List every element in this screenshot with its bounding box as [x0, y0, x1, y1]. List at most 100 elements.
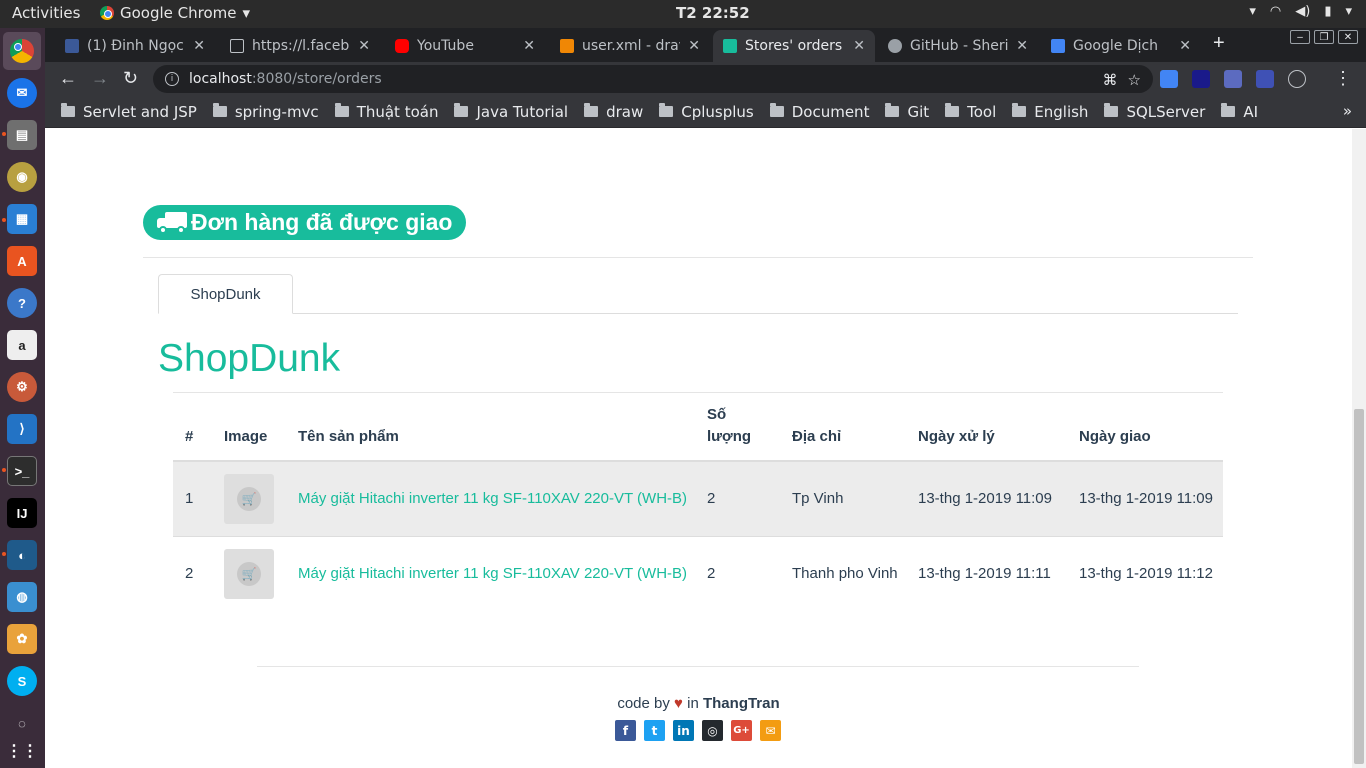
- software-center-icon[interactable]: A: [7, 246, 37, 276]
- facebook-icon[interactable]: f: [615, 720, 636, 741]
- google-translate-extension-icon[interactable]: [1160, 70, 1178, 88]
- cart-icon: 🛒: [237, 486, 261, 511]
- bookmark-folder[interactable]: Tool: [945, 103, 996, 121]
- tab-shopdunk[interactable]: ShopDunk: [158, 274, 293, 314]
- bookmark-folder[interactable]: Git: [885, 103, 929, 121]
- tab-google-translate[interactable]: Google Dịch ✕: [1041, 30, 1201, 62]
- terminal-icon[interactable]: >_: [7, 456, 37, 486]
- bookmark-label: Cplusplus: [681, 102, 754, 121]
- bookmark-folder[interactable]: English: [1012, 103, 1088, 121]
- facebook-icon: [65, 39, 79, 53]
- app-grid-icon[interactable]: ⋮⋮: [6, 736, 38, 766]
- tab-facebook-link[interactable]: https://l.faceb ✕: [220, 30, 380, 62]
- vscode-icon[interactable]: ⟩: [7, 414, 37, 444]
- maximize-button[interactable]: ❐: [1314, 30, 1334, 44]
- info-icon[interactable]: i: [165, 72, 179, 86]
- thunderbird-icon[interactable]: ✉: [7, 78, 37, 108]
- tab-github[interactable]: GitHub - Sherif ✕: [878, 30, 1038, 62]
- page-icon: [230, 39, 244, 53]
- product-name-cell: Máy giặt Hitachi inverter 11 kg SF-110XA…: [292, 460, 701, 536]
- system-tray[interactable]: ▾ ◠ ◀) ▮ ▾: [1249, 4, 1352, 19]
- app-menu[interactable]: Google Chrome ▾: [100, 4, 250, 22]
- tab-stores-orders[interactable]: Stores' orders ✕: [713, 30, 875, 62]
- tab-label: YouTube: [417, 38, 474, 54]
- translate-page-icon[interactable]: ⌘: [1103, 71, 1118, 89]
- close-icon[interactable]: ✕: [1179, 38, 1191, 54]
- column-header: Image: [218, 393, 292, 462]
- bookmark-label: Java Tutorial: [476, 102, 569, 121]
- files-icon[interactable]: ▤: [7, 120, 37, 150]
- page-title-text: Đơn hàng đã được giao: [191, 209, 453, 235]
- folder-icon: [584, 103, 599, 117]
- bookmark-folder[interactable]: Document: [769, 103, 869, 121]
- column-header: Địa chỉ: [786, 393, 912, 462]
- address-bar[interactable]: i localhost:8080/store/orders ⌘ ☆: [153, 65, 1153, 93]
- address-cell: Thanh pho Vinh: [786, 535, 912, 611]
- google-plus-icon[interactable]: G+: [731, 720, 752, 741]
- product-image-placeholder: 🛒: [224, 473, 274, 524]
- jetbrains-extension-icon[interactable]: [1192, 70, 1210, 88]
- bookmark-folder[interactable]: SQLServer: [1104, 103, 1205, 121]
- footer-middle: in: [687, 695, 699, 712]
- tab-drawio[interactable]: user.xml - drav ✕: [550, 30, 710, 62]
- reload-button[interactable]: ↻: [123, 68, 138, 89]
- bookmarks-overflow-button[interactable]: »: [1343, 102, 1352, 120]
- close-icon[interactable]: ✕: [853, 38, 865, 54]
- delivered-date-cell: 13-thg 1-2019 11:09: [1073, 460, 1223, 536]
- back-button[interactable]: ←: [59, 68, 77, 89]
- scrollbar-thumb[interactable]: [1354, 409, 1364, 764]
- row-number: 2: [173, 535, 218, 611]
- close-icon[interactable]: ✕: [523, 38, 535, 54]
- twitter-icon[interactable]: t: [644, 720, 665, 741]
- network-icon[interactable]: ◍: [7, 582, 37, 612]
- folder-icon: [454, 103, 469, 117]
- help-icon[interactable]: ?: [7, 288, 37, 318]
- product-link[interactable]: Máy giặt Hitachi inverter 11 kg SF-110XA…: [298, 565, 687, 582]
- bookmark-extension-icon[interactable]: [1256, 70, 1274, 88]
- page-scrollbar[interactable]: [1352, 129, 1366, 768]
- product-link[interactable]: Máy giặt Hitachi inverter 11 kg SF-110XA…: [298, 490, 687, 507]
- linkedin-icon[interactable]: in: [673, 720, 694, 741]
- clock[interactable]: T2 22:52: [676, 4, 750, 22]
- chrome-icon: [100, 6, 114, 20]
- incognito-icon[interactable]: [1288, 70, 1306, 88]
- bookmark-star-icon[interactable]: ☆: [1128, 71, 1141, 89]
- bookmark-folder[interactable]: Cplusplus: [659, 103, 754, 121]
- close-window-button[interactable]: ✕: [1338, 30, 1358, 44]
- close-icon[interactable]: ✕: [1016, 38, 1028, 54]
- tab-facebook[interactable]: (1) Đinh Ngọc ✕: [55, 30, 215, 62]
- rhythmbox-icon[interactable]: ◉: [7, 162, 37, 192]
- bookmark-folder[interactable]: Java Tutorial: [454, 103, 568, 121]
- bookmark-label: Thuật toán: [356, 102, 439, 121]
- translate-icon: [1051, 39, 1065, 53]
- social-links: f t in ◎ G+ ✉: [615, 720, 781, 741]
- chrome-launcher-icon[interactable]: [3, 32, 41, 70]
- new-tab-button[interactable]: +: [1213, 32, 1225, 55]
- close-icon[interactable]: ✕: [193, 38, 205, 54]
- bookmark-folder[interactable]: draw: [584, 103, 643, 121]
- table-row: 2 🛒 Máy giặt Hitachi inverter 11 kg SF-1…: [173, 535, 1223, 611]
- forward-button[interactable]: →: [91, 68, 109, 89]
- skype-icon[interactable]: S: [7, 666, 37, 696]
- settings-icon[interactable]: ⚙: [7, 372, 37, 402]
- mysql-workbench-icon[interactable]: ◐: [7, 540, 37, 570]
- github-icon[interactable]: ◎: [702, 720, 723, 741]
- bookmark-folder[interactable]: AI: [1221, 103, 1258, 121]
- pinwheel-icon[interactable]: ✿: [7, 624, 37, 654]
- bookmark-folder[interactable]: Servlet and JSP: [61, 103, 197, 121]
- bookmark-folder[interactable]: spring-mvc: [212, 103, 319, 121]
- bookmark-folder[interactable]: Thuật toán: [334, 102, 439, 121]
- intellij-icon[interactable]: IJ: [7, 498, 37, 528]
- minimize-button[interactable]: –: [1290, 30, 1310, 44]
- trash-icon[interactable]: ◌: [7, 708, 37, 738]
- email-icon[interactable]: ✉: [760, 720, 781, 741]
- writer-icon[interactable]: ▦: [7, 204, 37, 234]
- amazon-icon[interactable]: a: [7, 330, 37, 360]
- activities-button[interactable]: Activities: [12, 4, 80, 22]
- menu-kebab-icon[interactable]: ⋮: [1334, 68, 1352, 89]
- close-icon[interactable]: ✕: [688, 38, 700, 54]
- close-icon[interactable]: ✕: [358, 38, 370, 54]
- tab-youtube[interactable]: YouTube ✕: [385, 30, 545, 62]
- window-extension-icon[interactable]: [1224, 70, 1242, 88]
- cart-icon: 🛒: [237, 561, 261, 586]
